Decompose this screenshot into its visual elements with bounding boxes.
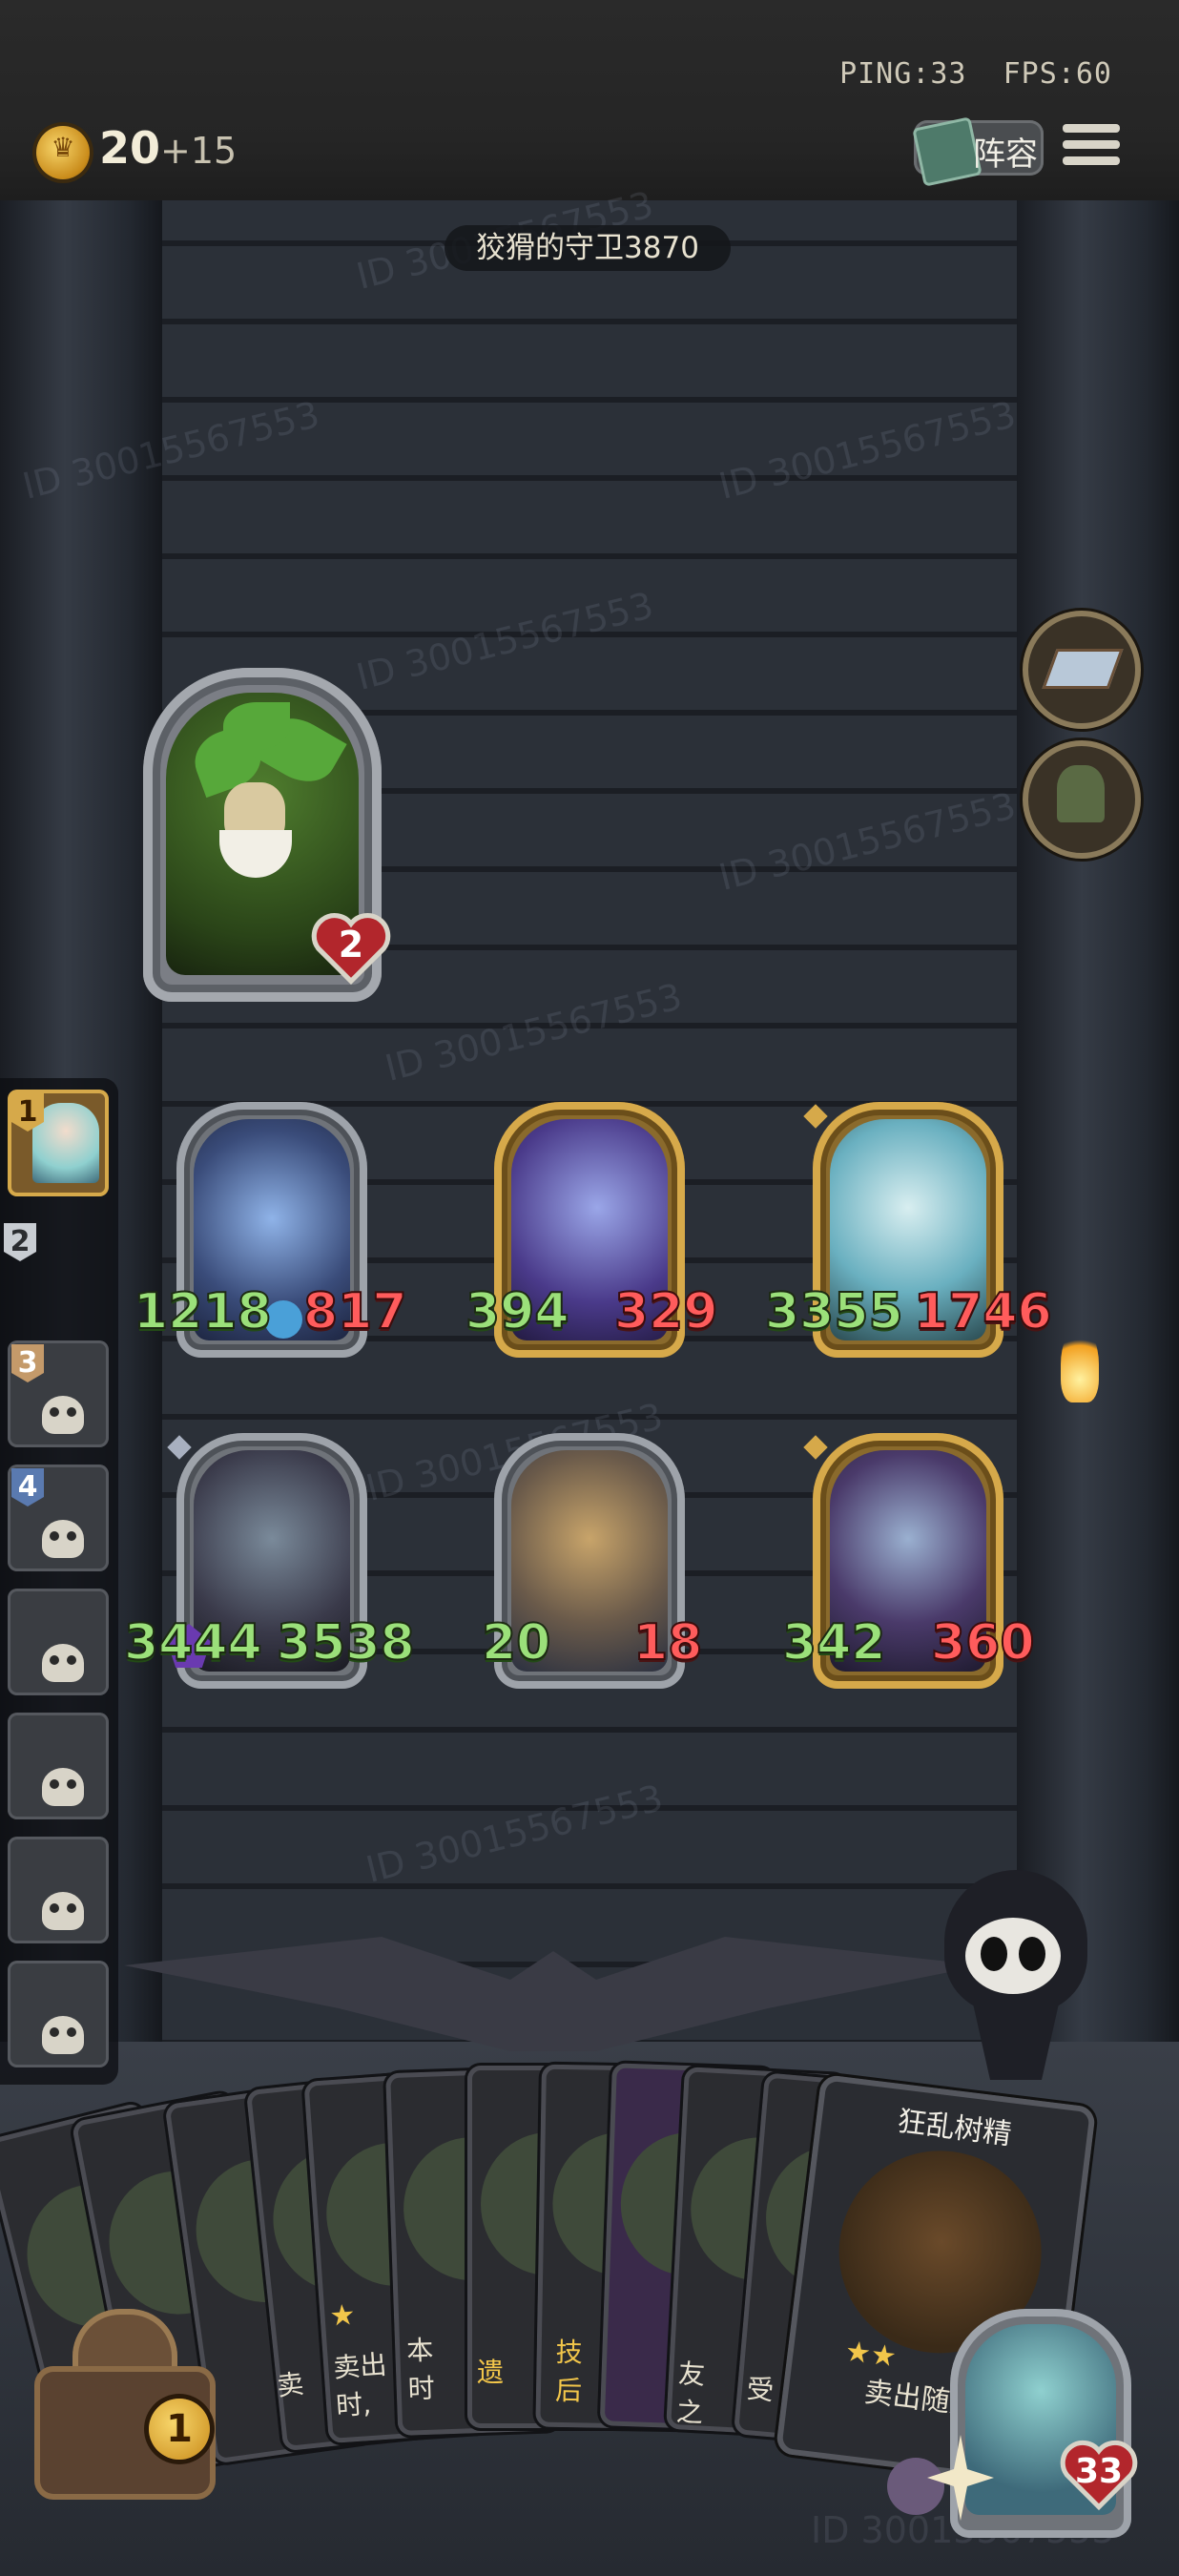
hero-power-button[interactable] [887,2458,944,2515]
minion-health: 817 [302,1282,408,1341]
crown-coin-icon [36,126,90,179]
fps-readout: FPS:60 [1003,57,1112,91]
gold-amount: 20 [99,122,161,174]
minion-attack: 394 [465,1282,570,1341]
player-rank: 3 [11,1344,44,1382]
minion-health: 329 [613,1282,719,1341]
player-rank: 4 [11,1468,44,1506]
minion-attack: 3355 [764,1282,904,1341]
book-icon [912,116,982,187]
bonsai-tree-icon [1057,765,1105,822]
skull-icon [42,1520,84,1558]
skull-icon [42,1396,84,1434]
player-slot[interactable] [8,1589,109,1695]
opponent-reaper-mascot [925,1870,1126,2089]
minion-health: 18 [632,1613,703,1672]
tavern-tier: 1 [149,2399,210,2460]
ping-readout: PING:33 [839,57,967,91]
player-slot[interactable]: 3 [8,1340,109,1447]
gold-income: +15 [160,130,238,172]
freeze-shop-button[interactable] [1023,611,1141,729]
card-name: 狂乱树精 [895,2105,1014,2152]
minion-health: 360 [930,1613,1036,1672]
minion-attack: 1218 [133,1282,273,1341]
skull-icon [42,1768,84,1806]
tavern-chest[interactable]: 1 [15,2309,235,2519]
minion-attack: 342 [781,1613,887,1672]
refresh-shop-button[interactable] [1023,740,1141,859]
player-slot[interactable] [8,1837,109,1943]
skull-icon [42,1892,84,1930]
player-health: 33 [1074,2452,1124,2491]
ice-block-icon [1042,649,1124,689]
skull-icon [42,2016,84,2054]
minion-attack: 20 [481,1613,551,1672]
hamburger-menu-icon[interactable] [1063,124,1120,174]
player-slot[interactable] [8,1713,109,1819]
opponent-hero-portrait[interactable]: 2 [143,668,391,1002]
minion-health: 1746 [913,1282,1053,1341]
minion-health: 3538 [276,1613,416,1672]
player-slot[interactable] [8,1961,109,2067]
network-status: PING:33 FPS:60 [839,57,1112,91]
player-slot[interactable]: 4 [8,1465,109,1571]
minion-attack: 3444 [123,1613,263,1672]
candle-flame [1061,1326,1099,1402]
opponent-name: 狡猾的守卫3870 [445,225,731,271]
skull-icon [42,1644,84,1682]
hero-health: 2 [338,924,364,966]
player-slot-self[interactable]: 1 [8,1090,109,1196]
right-pillar [1017,200,1179,2118]
lineup-label: 阵容 [973,135,1038,174]
